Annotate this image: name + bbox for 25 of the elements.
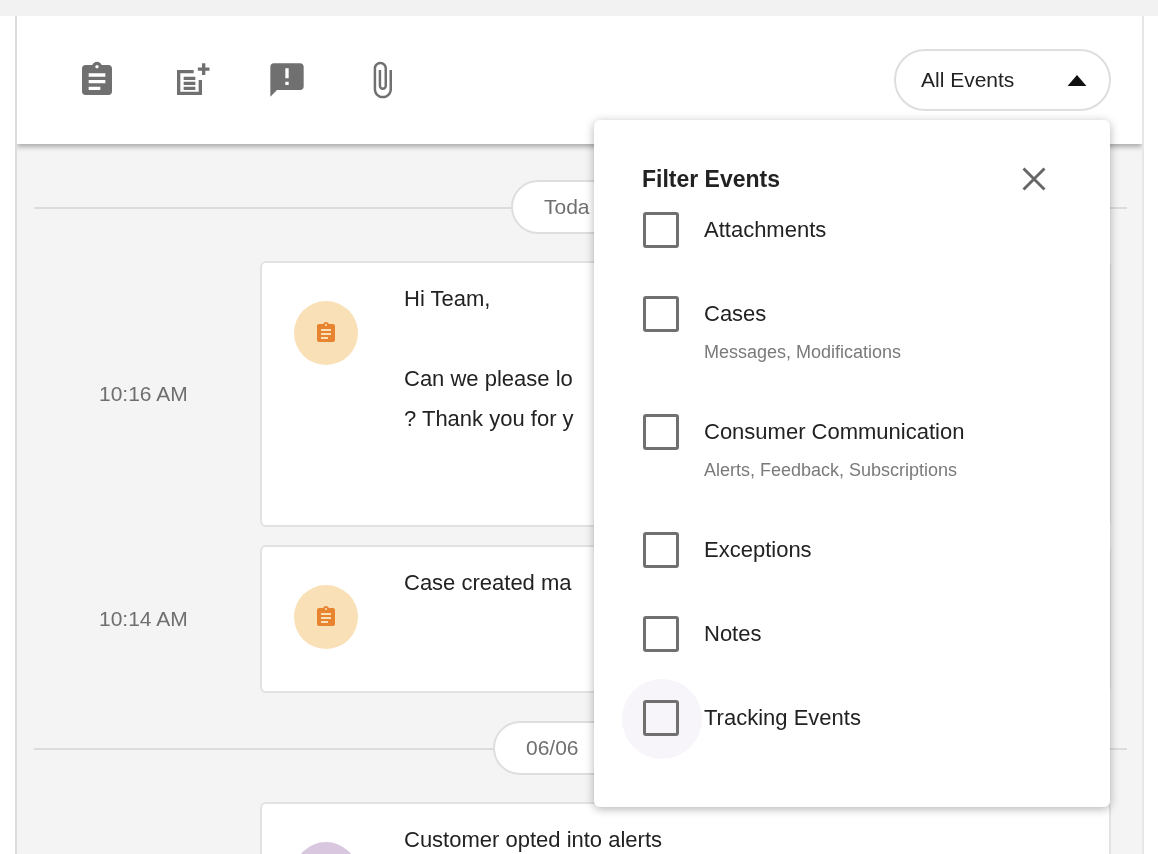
option-label: Notes [704,619,762,648]
checkbox[interactable] [643,531,679,568]
event-time: 10:14 AM [99,606,189,633]
checkbox[interactable] [643,295,679,332]
clipboard-icon [314,321,338,345]
event-text: Can we please lo [404,365,574,393]
clipboard-icon [314,605,338,629]
event-text: Customer opted into alerts [404,826,663,854]
event-time: 10:16 AM [99,381,189,408]
option-label: Attachments [704,215,827,244]
option-label: Consumer Communication [704,417,965,446]
checkbox[interactable] [643,615,679,652]
checkbox[interactable] [643,413,679,450]
event-text: Hi Team, [404,285,492,313]
option-label: Tracking Events [704,703,861,732]
event-text: Case created ma [404,569,572,597]
option-label: Exceptions [704,535,812,564]
event-text: ? Thank you for y [404,405,574,433]
checkbox[interactable] [643,699,679,736]
option-sublabel: Messages, Modifications [704,340,902,364]
filter-dropdown[interactable]: All Events [894,49,1111,111]
caret-icon [1067,74,1087,86]
option-sublabel: Alerts, Feedback, Subscriptions [704,458,959,482]
option-label: Cases [704,299,768,328]
checkbox[interactable] [643,211,679,248]
